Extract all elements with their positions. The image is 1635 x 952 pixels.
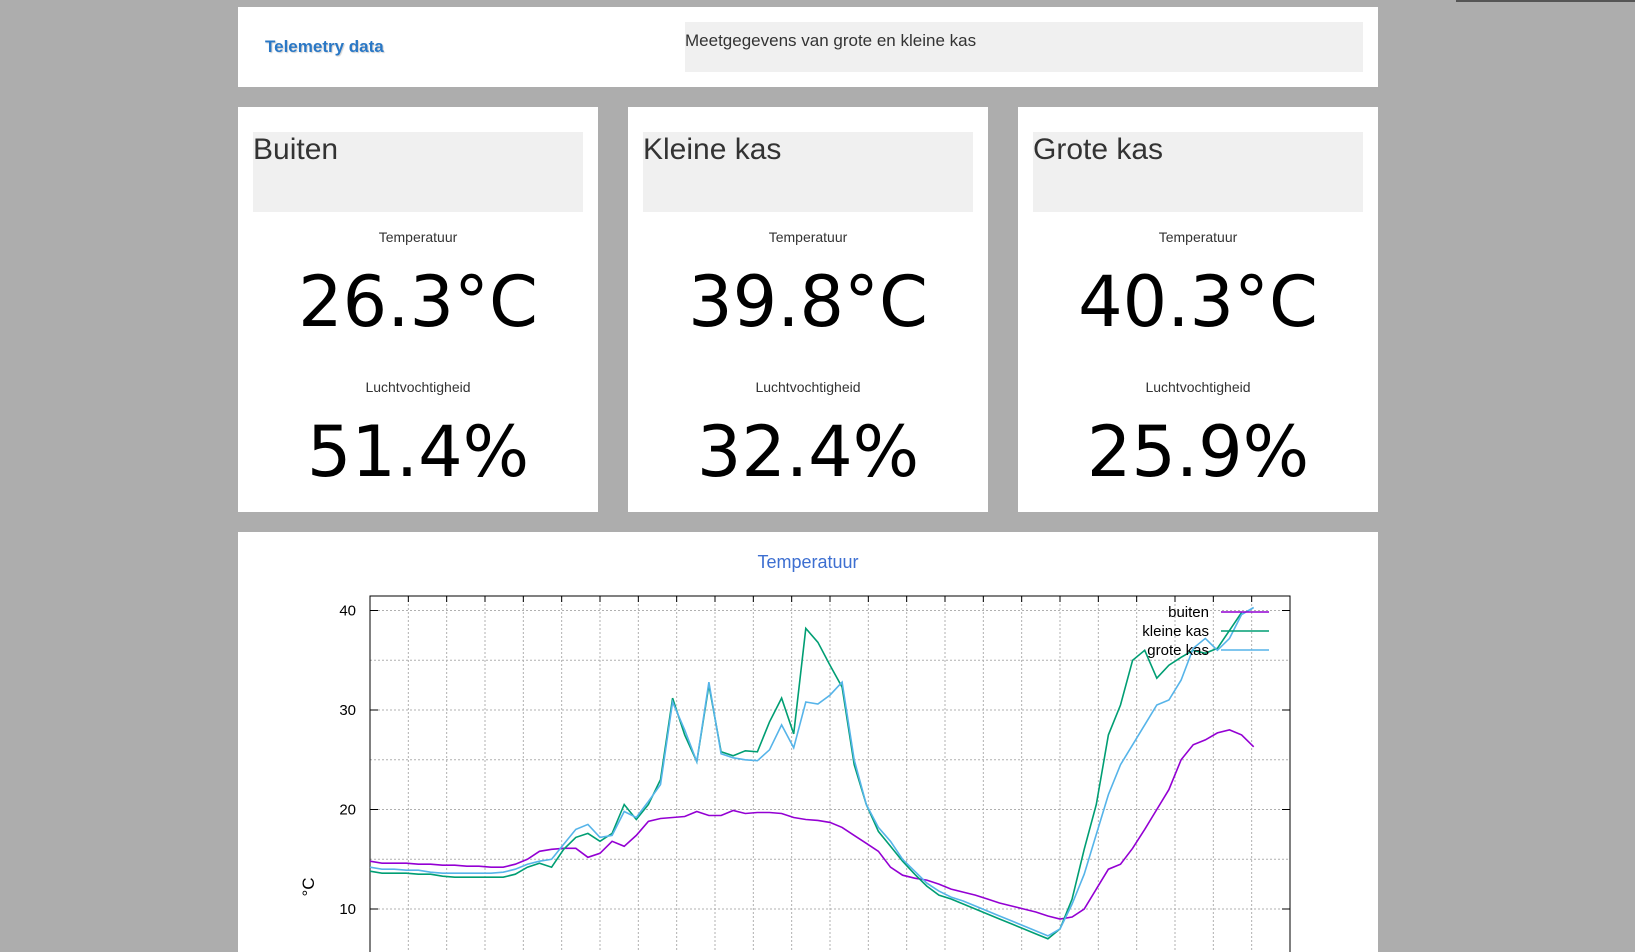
header-card: Telemetry data Meetgegevens van grote en… <box>238 7 1378 87</box>
humidity-value: 32.4% <box>696 411 920 493</box>
card-title: Grote kas <box>1033 133 1164 166</box>
y-axis-label: °C <box>299 877 318 896</box>
window-corner-tab <box>1456 0 1635 2</box>
humidity-label: Luchtvochtigheid <box>755 379 861 395</box>
series-line-kleine-kas <box>369 612 1243 940</box>
card-title: Kleine kas <box>643 133 782 166</box>
temperature-chart: 10 20 30 40 °C buiten kleine kas grote kas <box>299 595 1291 952</box>
card-title-box: Grote kas <box>1033 132 1363 212</box>
card-title-box: Kleine kas <box>643 132 973 212</box>
humidity-label: Luchtvochtigheid <box>365 379 471 395</box>
legend-label: kleine kas <box>1142 623 1209 640</box>
card-kleine-kas: Kleine kas Temperatuur 39.8°C Luchtvocht… <box>628 107 988 512</box>
card-buiten: Buiten Temperatuur 26.3°C Luchtvochtighe… <box>238 107 598 512</box>
series-line-buiten <box>369 729 1255 920</box>
legend-label: buiten <box>1168 604 1209 621</box>
y-tick-label: 20 <box>339 802 356 819</box>
y-tick-label: 10 <box>339 901 356 918</box>
temperature-value: 26.3°C <box>298 261 538 343</box>
humidity-label: Luchtvochtigheid <box>1145 379 1251 395</box>
y-tick-label: 30 <box>339 702 356 719</box>
temperature-chart-card: Temperatuur 10 20 30 40 °C buiten kleine kas gr… <box>238 532 1378 952</box>
humidity-value: 51.4% <box>306 411 530 493</box>
dashboard-description: Meetgegevens van grote en kleine kas <box>685 22 1363 72</box>
y-tick-label: 40 <box>339 603 356 620</box>
dashboard-title: Telemetry data <box>265 37 384 56</box>
series-line-grote-kas <box>369 606 1255 937</box>
temperature-label: Temperatuur <box>768 229 848 245</box>
temperature-label: Temperatuur <box>378 229 458 245</box>
temperature-value: 40.3°C <box>1078 261 1318 343</box>
card-title: Buiten <box>253 133 339 166</box>
card-title-box: Buiten <box>253 132 583 212</box>
humidity-value: 25.9% <box>1086 411 1310 493</box>
temperature-value: 39.8°C <box>688 261 928 343</box>
legend-label: grote kas <box>1147 642 1209 659</box>
temperature-label: Temperatuur <box>1158 229 1238 245</box>
card-grote-kas: Grote kas Temperatuur 40.3°C Luchtvochti… <box>1018 107 1378 512</box>
